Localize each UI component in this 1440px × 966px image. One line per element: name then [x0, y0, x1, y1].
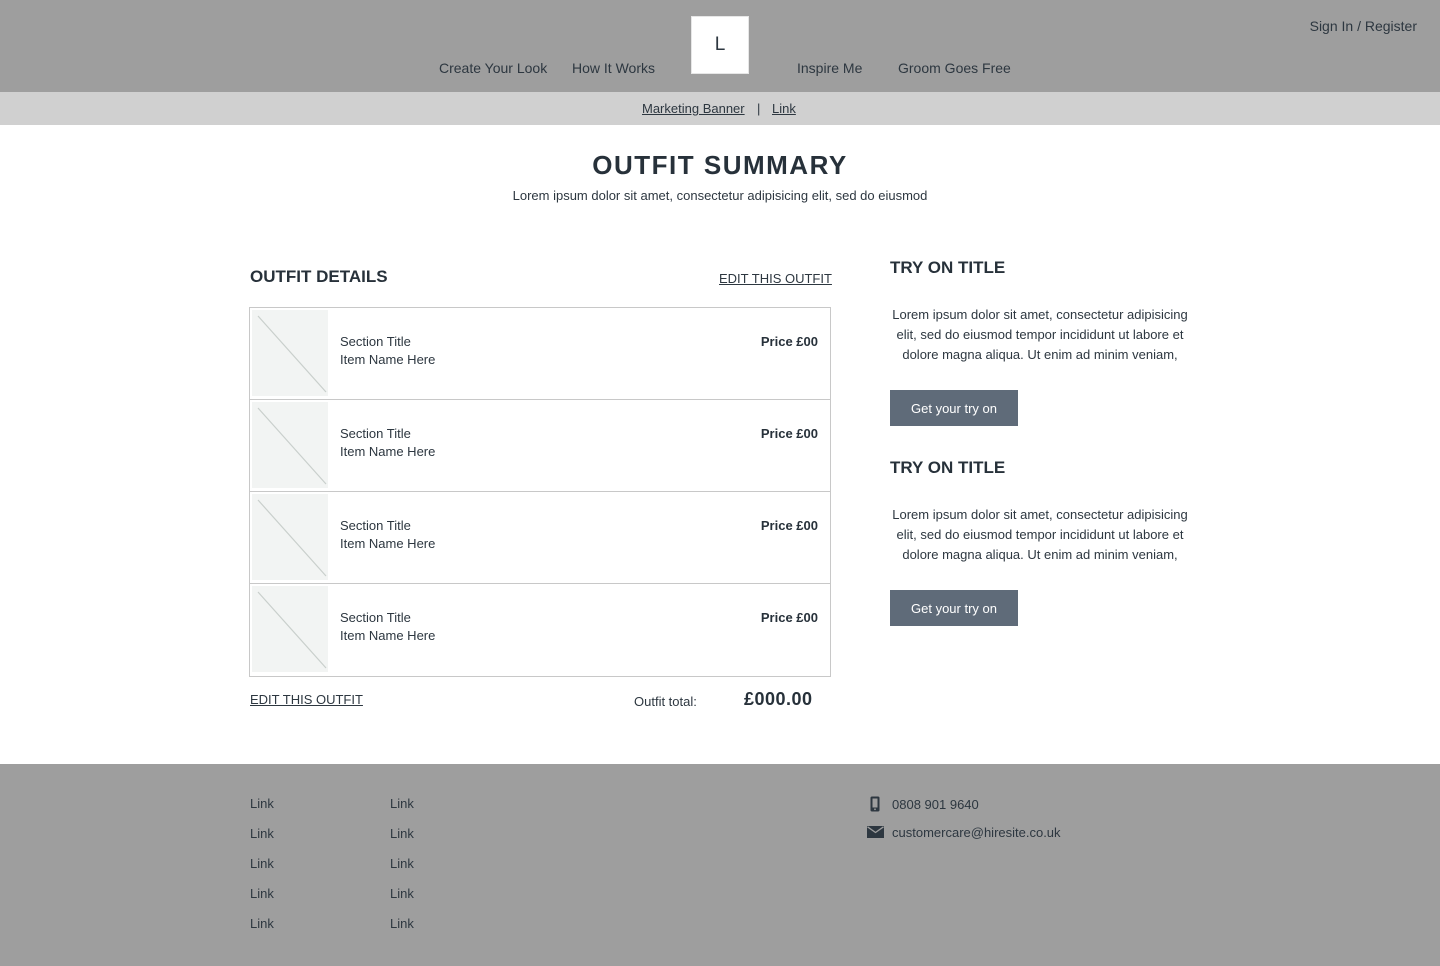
get-try-on-button[interactable]: Get your try on — [890, 590, 1018, 626]
marketing-banner-text[interactable]: Marketing Banner — [642, 101, 745, 116]
item-section-title: Section Title — [340, 518, 411, 533]
outfit-total-label: Outfit total: — [634, 694, 697, 709]
page-title: OUTFIT SUMMARY — [592, 150, 848, 180]
edit-outfit-link-top[interactable]: EDIT THIS OUTFIT — [719, 271, 832, 286]
marketing-banner-link[interactable]: Link — [772, 101, 796, 116]
footer-phone: 0808 901 9640 — [866, 795, 979, 813]
item-section-title: Section Title — [340, 334, 411, 349]
item-image-placeholder — [252, 494, 328, 580]
site-header: Create Your Look How It Works L Inspire … — [0, 0, 1440, 92]
phone-number[interactable]: 0808 901 9640 — [892, 797, 979, 812]
item-image-placeholder — [252, 310, 328, 396]
marketing-banner: Marketing Banner | Link — [0, 92, 1440, 125]
item-name: Item Name Here — [340, 536, 436, 551]
nav-create-your-look[interactable]: Create Your Look — [439, 60, 547, 76]
logo[interactable]: L — [691, 16, 749, 74]
item-name: Item Name Here — [340, 444, 436, 459]
edit-outfit-link-bottom[interactable]: EDIT THIS OUTFIT — [250, 692, 363, 707]
footer-link[interactable]: Link — [390, 916, 414, 931]
item-name: Item Name Here — [340, 352, 436, 367]
marketing-banner-separator: | — [757, 101, 761, 116]
try-on-description: Lorem ipsum dolor sit amet, consectetur … — [892, 507, 1188, 562]
sign-in-register-link[interactable]: Sign In / Register — [1310, 18, 1417, 34]
outfit-item-row: Section Title Item Name Here Price £00 — [250, 400, 830, 492]
footer-link[interactable]: Link — [250, 856, 274, 871]
outfit-total-value: £000.00 — [744, 689, 813, 709]
item-image-placeholder — [252, 402, 328, 488]
item-image-placeholder — [252, 586, 328, 672]
footer-link[interactable]: Link — [250, 826, 274, 841]
outfit-item-row: Section Title Item Name Here Price £00 — [250, 492, 830, 584]
nav-inspire-me[interactable]: Inspire Me — [797, 60, 862, 76]
outfit-details-heading: OUTFIT DETAILS — [250, 267, 388, 286]
outfit-items-list: Section Title Item Name Here Price £00 S… — [249, 307, 831, 677]
nav-groom-goes-free[interactable]: Groom Goes Free — [898, 60, 1011, 76]
item-price: Price £00 — [760, 518, 818, 533]
phone-icon — [866, 795, 884, 813]
try-on-title: TRY ON TITLE — [890, 258, 1006, 277]
footer-link[interactable]: Link — [250, 796, 274, 811]
footer-link[interactable]: Link — [390, 826, 414, 841]
item-section-title: Section Title — [340, 426, 411, 441]
footer-link[interactable]: Link — [390, 796, 414, 811]
try-on-description: Lorem ipsum dolor sit amet, consectetur … — [892, 307, 1188, 362]
outfit-item-row: Section Title Item Name Here Price £00 — [250, 584, 830, 676]
envelope-icon — [866, 823, 884, 841]
item-name: Item Name Here — [340, 628, 436, 643]
footer-link[interactable]: Link — [250, 886, 274, 901]
page-subtitle: Lorem ipsum dolor sit amet, consectetur … — [512, 188, 928, 203]
item-section-title: Section Title — [340, 610, 411, 625]
footer-link[interactable]: Link — [390, 856, 414, 871]
footer-link[interactable]: Link — [250, 916, 274, 931]
email-address[interactable]: customercare@hiresite.co.uk — [892, 825, 1061, 840]
site-footer: Link Link Link Link Link Link Link Link … — [0, 764, 1440, 966]
get-try-on-button[interactable]: Get your try on — [890, 390, 1018, 426]
item-price: Price £00 — [760, 610, 818, 625]
item-price: Price £00 — [760, 334, 818, 349]
item-price: Price £00 — [760, 426, 818, 441]
footer-link[interactable]: Link — [390, 886, 414, 901]
try-on-title: TRY ON TITLE — [890, 458, 1006, 477]
footer-email: customercare@hiresite.co.uk — [866, 823, 1061, 841]
nav-how-it-works[interactable]: How It Works — [572, 60, 655, 76]
outfit-item-row: Section Title Item Name Here Price £00 — [250, 308, 830, 400]
